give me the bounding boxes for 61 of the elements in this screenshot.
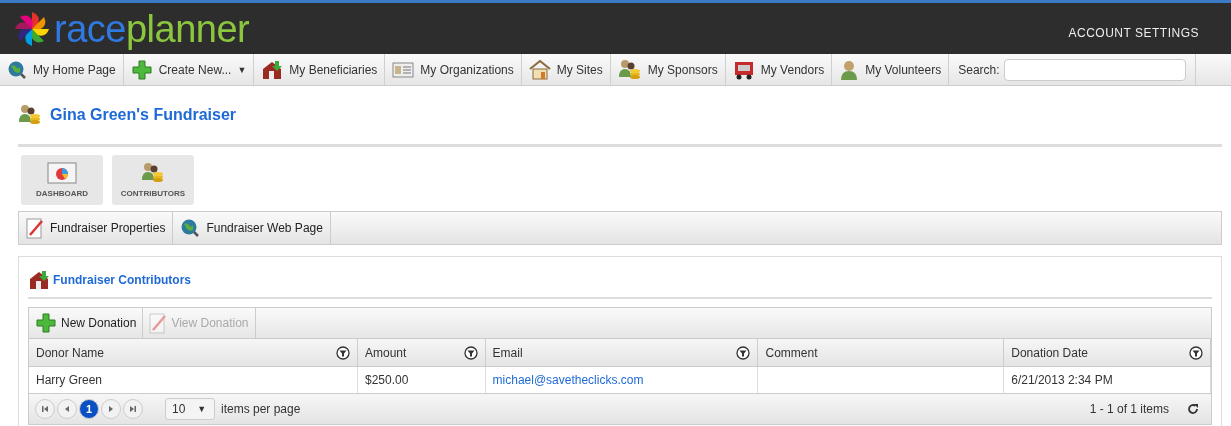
- house-icon: [528, 59, 551, 80]
- items-summary: 1 - 1 of 1 items: [1089, 402, 1169, 416]
- first-page-button[interactable]: [35, 399, 55, 419]
- people-coins-icon: [18, 104, 42, 126]
- plus-icon: [35, 312, 57, 334]
- nav-menu-item[interactable]: My Sponsors: [610, 54, 726, 85]
- truck-icon: [732, 59, 755, 80]
- previous-page-button[interactable]: [57, 399, 77, 419]
- globe-icon: [180, 218, 201, 238]
- nav-menu-item[interactable]: My Organizations: [385, 54, 522, 85]
- previous-icon: [63, 405, 71, 413]
- next-icon: [107, 405, 115, 413]
- person-icon: [839, 59, 860, 80]
- people-coins-icon: [141, 162, 165, 184]
- filter-icon[interactable]: [1189, 345, 1203, 360]
- search-field[interactable]: [1003, 58, 1186, 81]
- nav-menu-item[interactable]: My Volunteers: [832, 54, 950, 85]
- pencil-page-icon: [149, 312, 168, 334]
- column-header[interactable]: Donation Date: [1003, 339, 1211, 367]
- filter-icon[interactable]: [463, 345, 478, 360]
- pie-chart-icon: [47, 162, 77, 184]
- first-page-icon: [41, 405, 49, 413]
- raceplanner-logo[interactable]: raceplanner: [12, 8, 250, 49]
- filter-icon[interactable]: [335, 345, 350, 360]
- refresh-icon[interactable]: [1187, 403, 1199, 415]
- column-header[interactable]: Email: [485, 339, 758, 367]
- email-link[interactable]: michael@savetheclicks.com: [492, 373, 644, 387]
- table-cell: 6/21/2013 2:34 PM: [1003, 366, 1211, 394]
- action-link[interactable]: Fundraiser Web Page: [173, 212, 331, 244]
- nav-tile[interactable]: DASHBOARD: [21, 155, 103, 205]
- panel-title: Fundraiser Contributors: [53, 273, 191, 287]
- per-page-label: items per page: [221, 402, 301, 416]
- nav-menu-item[interactable]: My Home Page: [0, 54, 124, 85]
- page-title: Gina Green's Fundraiser: [50, 106, 237, 124]
- nav-menu-item[interactable]: Create New... ▼: [123, 54, 255, 85]
- nav-menu-item[interactable]: My Vendors: [725, 54, 833, 85]
- column-header[interactable]: Donor Name: [29, 339, 358, 367]
- account-settings-link[interactable]: ACCOUNT SETTINGS: [1068, 25, 1199, 40]
- pencil-page-icon: [26, 217, 44, 239]
- table-cell: $250.00: [357, 366, 486, 394]
- nav-menu-item[interactable]: My Sites: [521, 54, 611, 85]
- nav-tile[interactable]: CONTRIBUTORS: [112, 155, 194, 205]
- house-icon: [261, 59, 284, 80]
- last-page-button[interactable]: [123, 399, 143, 419]
- last-page-icon: [129, 405, 137, 413]
- toolbar-button[interactable]: New Donation: [29, 308, 144, 338]
- filter-icon[interactable]: [736, 345, 751, 360]
- page-size-select[interactable]: 10 ▼: [165, 398, 215, 420]
- next-page-button[interactable]: [101, 399, 121, 419]
- globe-icon: [7, 59, 27, 80]
- page-button[interactable]: 1: [79, 399, 99, 419]
- plus-icon: [130, 58, 153, 81]
- table-cell: Harry Green: [29, 366, 358, 394]
- search-label: Search:: [958, 62, 1000, 77]
- action-link[interactable]: Fundraiser Properties: [19, 212, 174, 244]
- people-coins-icon: [617, 58, 642, 81]
- house-icon: [28, 270, 50, 290]
- id-card-icon: [392, 61, 415, 78]
- nav-menu-item[interactable]: My Beneficiaries: [254, 54, 386, 85]
- column-header[interactable]: Amount: [357, 339, 486, 367]
- column-header[interactable]: Comment: [757, 339, 1004, 367]
